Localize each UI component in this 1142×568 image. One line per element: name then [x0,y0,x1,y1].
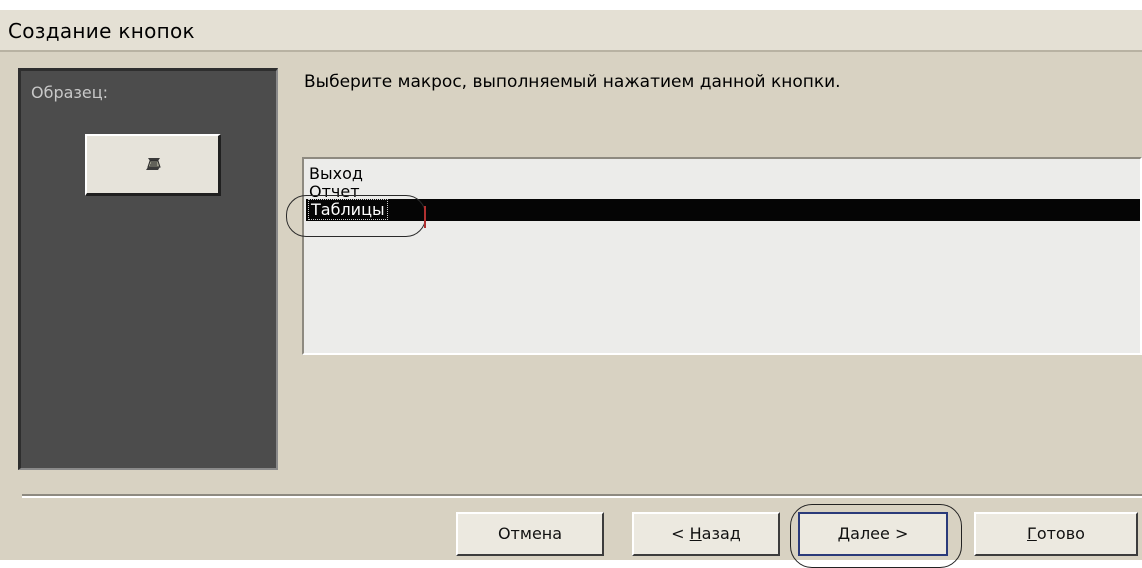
back-button[interactable]: < Назад [632,512,780,556]
window-title: Создание кнопок [8,19,195,43]
list-item-tables[interactable]: Таблицы [306,199,1140,221]
title-bar: Создание кнопок [0,10,1142,52]
highlight-mark [424,206,426,228]
back-hotkey: Н [689,524,702,543]
list-item-label: Таблицы [308,199,388,220]
cancel-label: Отмена [497,524,563,543]
next-button[interactable]: Далее > [798,512,948,556]
finish-hotkey: Г [1027,524,1037,543]
cancel-button[interactable]: Отмена [456,512,604,556]
sample-button-preview [85,134,221,196]
next-label: алее > [850,524,909,543]
finish-button[interactable]: Готово [974,512,1138,556]
back-prefix: < [671,524,690,543]
divider [22,494,1142,498]
back-label: азад [701,524,741,543]
finish-label: отово [1036,524,1085,543]
preview-panel: Образец: [18,68,278,470]
instruction-text: Выберите макрос, выполняемый нажатием да… [304,72,841,92]
next-hotkey: Д [837,524,851,543]
macro-scroll-icon [145,156,163,172]
macro-listbox[interactable]: Выход Отчет Таблицы [302,157,1142,355]
preview-label: Образец: [31,83,109,102]
button-wizard-dialog: Создание кнопок Образец: Выберите макрос… [0,10,1142,568]
